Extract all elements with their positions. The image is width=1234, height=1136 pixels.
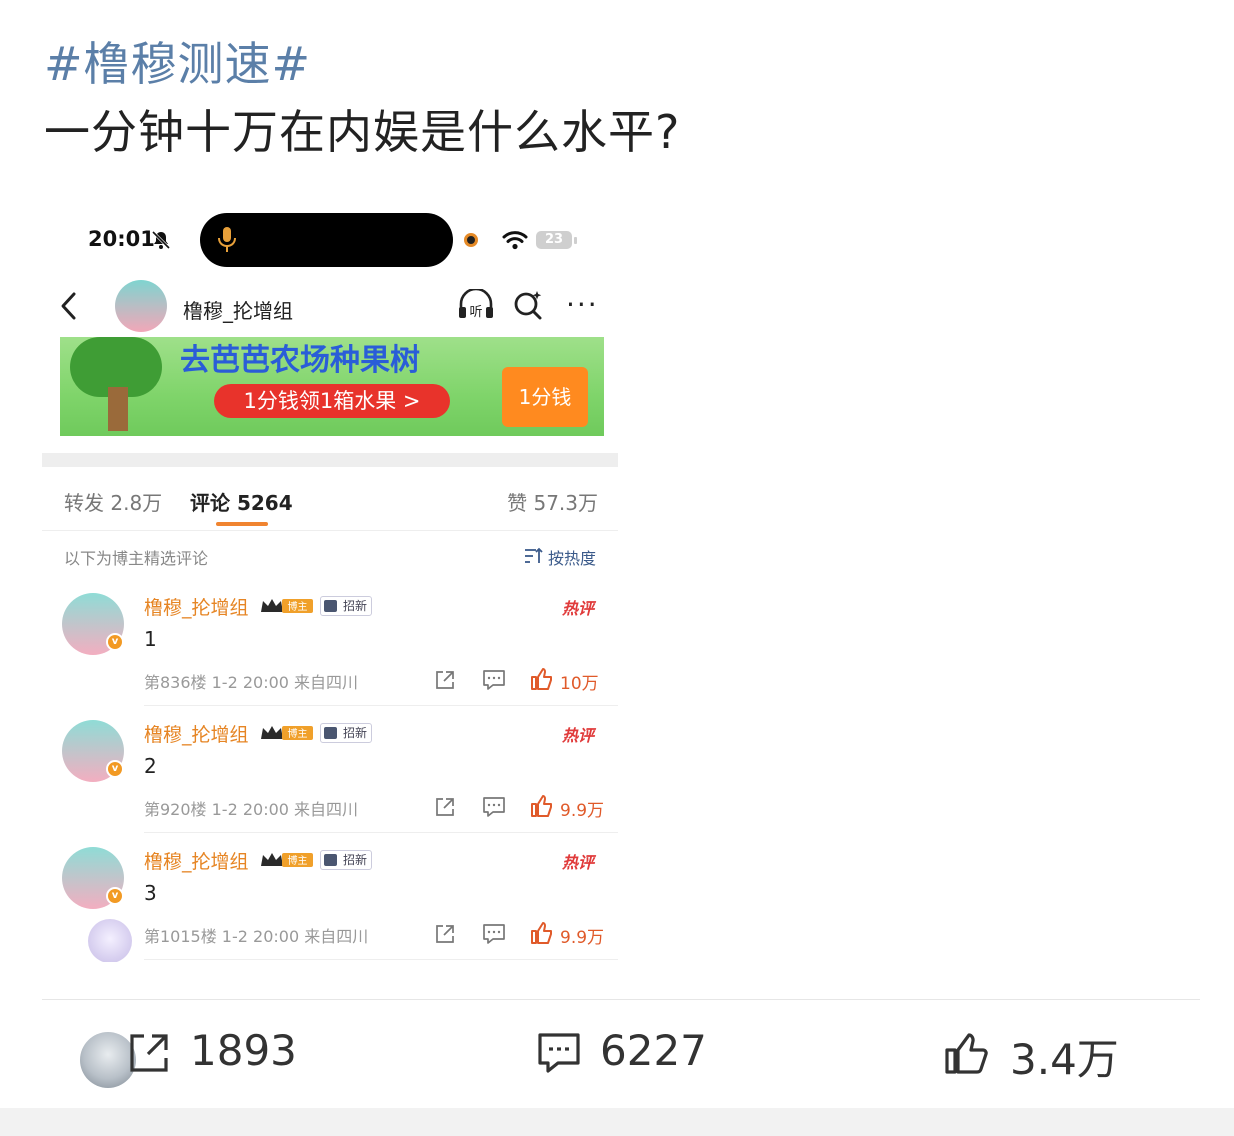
- comment-like-count: 10万: [560, 674, 599, 694]
- recording-indicator: [464, 233, 478, 247]
- blogger-tag: 博主: [288, 854, 308, 867]
- recruit-tag: 招新: [320, 723, 373, 743]
- comment-username[interactable]: 橹穆_抡增组: [144, 847, 249, 874]
- share-icon[interactable]: [434, 923, 456, 945]
- verified-badge-icon: v: [106, 887, 124, 905]
- more-options-icon[interactable]: ···: [566, 291, 599, 319]
- comment-item[interactable]: v 橹穆_抡增组 博主 招新 热评 3 第1015楼 1-2 20:00 来自四…: [42, 833, 618, 962]
- status-time: 20:01: [88, 227, 155, 251]
- verified-badge-icon: v: [106, 760, 124, 778]
- tab-comments[interactable]: 评论 5264: [190, 487, 293, 516]
- recruit-tag: 招新: [320, 850, 373, 870]
- comment-text: 2: [144, 754, 157, 778]
- comment-meta: 第836楼 1-2 20:00 来自四川: [144, 673, 359, 692]
- repost-icon[interactable]: [126, 1030, 172, 1076]
- comment-icon[interactable]: [536, 1030, 582, 1076]
- verified-badge-icon: v: [106, 633, 124, 651]
- section-divider: [42, 453, 618, 467]
- blogger-tag: 博主: [288, 600, 308, 613]
- tag-icon: [324, 600, 337, 612]
- viewer-mini-avatar: [88, 919, 132, 962]
- recruit-tag-label: 招新: [343, 726, 368, 740]
- curated-comments-note: 以下为博主精选评论: [64, 549, 209, 568]
- tab-likes[interactable]: 赞 57.3万: [507, 487, 598, 516]
- like-count[interactable]: 3.4万: [1010, 1026, 1119, 1087]
- comment-item[interactable]: v 橹穆_抡增组 博主 招新 热评 1 第836楼 1-2 20:00 来自四川…: [42, 579, 618, 706]
- listen-headphones-icon[interactable]: 听: [456, 289, 496, 321]
- reply-icon[interactable]: [482, 923, 506, 945]
- thumbs-up-icon[interactable]: [530, 667, 554, 691]
- ad-banner[interactable]: 去芭芭农场种果树 1分钱领1箱水果 > 1分钱: [60, 337, 604, 436]
- comment-like-count: 9.9万: [560, 801, 605, 821]
- battery-tip: [574, 237, 577, 244]
- share-icon[interactable]: [434, 796, 456, 818]
- back-chevron-icon[interactable]: [58, 291, 80, 321]
- recruit-tag-label: 招新: [343, 853, 368, 867]
- bottom-separator: [0, 1108, 1234, 1136]
- comment-meta: 第1015楼 1-2 20:00 来自四川: [144, 927, 369, 946]
- sort-icon[interactable]: [524, 547, 544, 565]
- post-text: 一分钟十万在内娱是什么水平?: [44, 105, 681, 159]
- repost-count[interactable]: 1893: [190, 1026, 297, 1075]
- hot-comment-badge: 热评: [561, 726, 594, 745]
- comment-like-count: 9.9万: [560, 928, 605, 948]
- comment-meta: 第920楼 1-2 20:00 来自四川: [144, 800, 359, 819]
- comment-username[interactable]: 橹穆_抡增组: [144, 720, 249, 747]
- blogger-tag: 博主: [288, 727, 308, 740]
- wifi-icon: [502, 231, 528, 250]
- fruit-box-illustration: 1分钱: [502, 367, 588, 427]
- hot-comment-badge: 热评: [561, 599, 594, 618]
- share-icon[interactable]: [434, 669, 456, 691]
- like-icon[interactable]: [944, 1030, 990, 1076]
- tab-forward[interactable]: 转发 2.8万: [64, 487, 162, 516]
- reply-icon[interactable]: [482, 669, 506, 691]
- header-username[interactable]: 橹穆_抡增组: [183, 295, 293, 324]
- header-avatar[interactable]: [115, 280, 167, 332]
- comment-text: 3: [144, 881, 157, 905]
- microphone-icon: [218, 227, 236, 252]
- svg-text:听: 听: [469, 305, 482, 320]
- recruit-tag: 招新: [320, 596, 373, 616]
- tree-trunk-illustration: [108, 387, 128, 431]
- recruit-tag-label: 招新: [343, 599, 368, 613]
- blogger-crown-badge-icon: 博主: [261, 726, 313, 740]
- comment-count[interactable]: 6227: [600, 1026, 707, 1075]
- battery-indicator: 23: [536, 231, 572, 249]
- active-tab-indicator: [216, 522, 268, 526]
- search-icon[interactable]: [512, 289, 546, 321]
- action-bar-divider: [42, 999, 1200, 1000]
- comment-username[interactable]: 橹穆_抡增组: [144, 593, 249, 620]
- post-hashtag[interactable]: #橹穆测速#: [44, 28, 311, 94]
- hot-comment-badge: 热评: [561, 853, 594, 872]
- thumbs-up-icon[interactable]: [530, 794, 554, 818]
- blogger-crown-badge-icon: 博主: [261, 853, 313, 867]
- comment-text: 1: [144, 627, 157, 651]
- embedded-screenshot[interactable]: 20:01 23 橹穆_抡增组 听 ··· 去芭芭农场种果树 1分钱领1箱水果 …: [42, 195, 618, 962]
- banner-cta-button[interactable]: 1分钱领1箱水果 >: [214, 384, 450, 418]
- sort-by-hot-button[interactable]: 按热度: [548, 545, 596, 569]
- tab-divider: [42, 530, 618, 531]
- tag-icon: [324, 727, 337, 739]
- comment-divider: [144, 959, 618, 960]
- bell-muted-icon: [151, 230, 171, 250]
- reply-icon[interactable]: [482, 796, 506, 818]
- comment-item[interactable]: v 橹穆_抡增组 博主 招新 热评 2 第920楼 1-2 20:00 来自四川…: [42, 706, 618, 833]
- blogger-crown-badge-icon: 博主: [261, 599, 313, 613]
- thumbs-up-icon[interactable]: [530, 921, 554, 945]
- banner-title: 去芭芭农场种果树: [180, 343, 420, 378]
- tag-icon: [324, 854, 337, 866]
